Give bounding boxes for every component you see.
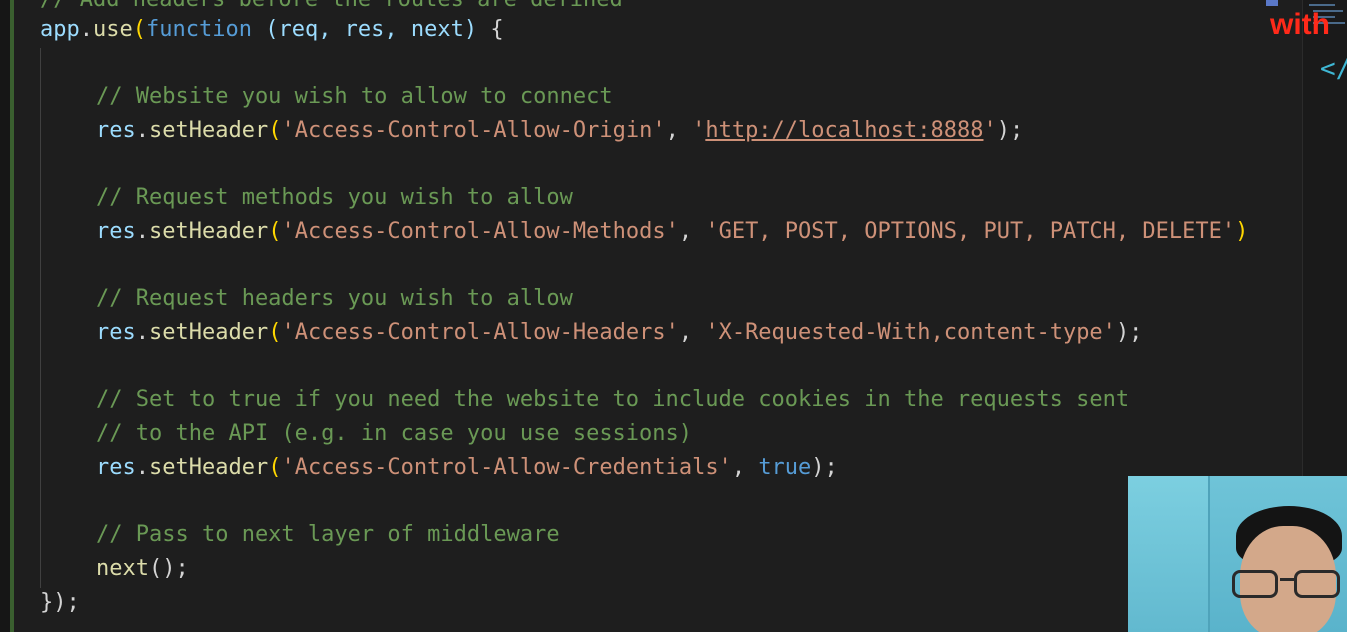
- overlay-close-tag: </: [1320, 54, 1347, 84]
- token-separator: ,: [731, 455, 759, 480]
- glasses-lens-right: [1294, 570, 1340, 598]
- token-separator: ,: [678, 219, 706, 244]
- token-close: });: [40, 590, 80, 615]
- token-paren: (: [268, 455, 282, 480]
- token-string: 'X-Requested-With,content-type': [705, 320, 1116, 345]
- token-punctuation: .: [135, 219, 149, 244]
- localhost-link[interactable]: http://localhost:8888: [705, 118, 983, 143]
- line-number-gutter: [0, 0, 10, 632]
- token-paren: (: [268, 118, 282, 143]
- token-function: setHeader: [149, 455, 269, 480]
- token-variable: app: [40, 17, 80, 42]
- token-function: setHeader: [149, 118, 269, 143]
- glasses-bridge: [1280, 578, 1294, 581]
- code-comment-origin[interactable]: // Website you wish to allow to connect: [96, 80, 613, 114]
- token-keyword: function: [146, 17, 252, 42]
- minimap-line: [1309, 4, 1335, 6]
- glasses-icon: [1232, 570, 1344, 600]
- token-punctuation: .: [135, 455, 149, 480]
- code-comment-next[interactable]: // Pass to next layer of middleware: [96, 518, 560, 552]
- token-brace: {: [490, 17, 504, 42]
- token-separator: ,: [665, 118, 693, 143]
- token-string: 'Access-Control-Allow-Origin': [281, 118, 666, 143]
- token-variable: res: [96, 118, 136, 143]
- token-params: (req, res, next): [251, 17, 491, 42]
- code-line-allow-methods[interactable]: res.setHeader('Access-Control-Allow-Meth…: [96, 215, 1248, 249]
- token-close: );: [811, 455, 838, 480]
- token-function: setHeader: [149, 320, 269, 345]
- overlay-with-text: with: [1270, 8, 1330, 41]
- code-line-allow-headers[interactable]: res.setHeader('Access-Control-Allow-Head…: [96, 316, 1142, 350]
- token-punctuation: .: [135, 118, 149, 143]
- scroll-indicator[interactable]: [1266, 0, 1278, 6]
- code-comment-credentials-2[interactable]: // to the API (e.g. in case you use sess…: [96, 417, 692, 451]
- token-close: );: [996, 118, 1024, 143]
- token-string: 'Access-Control-Allow-Methods': [281, 219, 679, 244]
- token-keyword: true: [758, 455, 812, 480]
- token-variable: res: [96, 320, 136, 345]
- token-close: ): [1235, 219, 1249, 244]
- token-function: next: [96, 556, 149, 581]
- webcam-overlay: [1128, 476, 1347, 632]
- token-separator: ,: [678, 320, 706, 345]
- token-function: use: [93, 17, 133, 42]
- code-editor[interactable]: // Add headers before the routes are def…: [0, 0, 1347, 632]
- token-variable: res: [96, 455, 136, 480]
- token-quote: ': [692, 118, 706, 143]
- token-function: setHeader: [149, 219, 269, 244]
- token-string: 'Access-Control-Allow-Credentials': [281, 455, 732, 480]
- token-string: 'Access-Control-Allow-Headers': [281, 320, 679, 345]
- code-line-allow-origin[interactable]: res.setHeader('Access-Control-Allow-Orig…: [96, 114, 1023, 148]
- git-modified-indicator: [10, 0, 14, 632]
- token-paren: (: [268, 320, 282, 345]
- code-comment-headers[interactable]: // Request headers you wish to allow: [96, 282, 573, 316]
- code-line-app-use[interactable]: app.use(function (req, res, next) {: [40, 13, 504, 47]
- glasses-lens-left: [1232, 570, 1278, 598]
- token-close: );: [1115, 320, 1143, 345]
- webcam-background-panel: [1128, 476, 1210, 632]
- token-string: 'GET, POST, OPTIONS, PUT, PATCH, DELETE': [705, 219, 1236, 244]
- code-line-next-call[interactable]: next();: [96, 552, 189, 586]
- code-comment-methods[interactable]: // Request methods you wish to allow: [96, 181, 573, 215]
- token-punctuation: .: [135, 320, 149, 345]
- token-quote: ': [983, 118, 997, 143]
- code-line-closing[interactable]: });: [40, 586, 80, 620]
- token-paren: (: [268, 219, 282, 244]
- code-comment-credentials-1[interactable]: // Set to true if you need the website t…: [96, 383, 1129, 417]
- indent-guide: [40, 48, 41, 588]
- token-punctuation: .: [79, 17, 93, 42]
- token-paren: (: [132, 17, 146, 42]
- token-variable: res: [96, 219, 136, 244]
- code-line-allow-credentials[interactable]: res.setHeader('Access-Control-Allow-Cred…: [96, 451, 838, 485]
- token-call: ();: [148, 556, 189, 581]
